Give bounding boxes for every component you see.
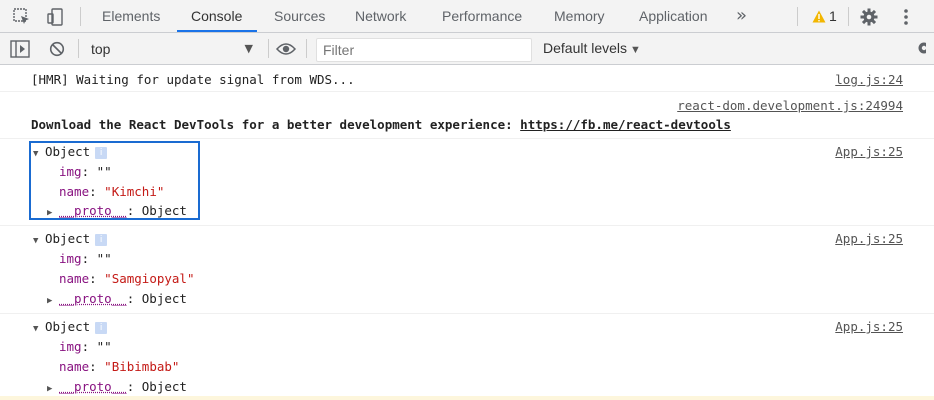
log-levels-label: Default levels [543, 40, 628, 56]
warning-icon [812, 10, 826, 22]
object-label: Object [45, 231, 91, 246]
object-property: name: "Kimchi" [59, 184, 165, 199]
object-property: img: "" [59, 164, 112, 179]
devtools-tabbar: Elements Console Sources Network Perform… [0, 0, 934, 33]
object-property: name: "Samgiopyal" [59, 271, 195, 286]
inspect-icon[interactable] [11, 6, 33, 28]
proto-key: __proto__ [59, 291, 127, 306]
source-link[interactable]: log.js:24 [835, 72, 903, 87]
object-header[interactable]: ▼ Object i [31, 144, 108, 159]
property-key: img [59, 339, 82, 354]
warnings-counter[interactable]: 1 [812, 8, 837, 24]
tab-separator [848, 7, 849, 26]
tab-elements[interactable]: Elements [102, 0, 160, 33]
object-property: img: "" [59, 339, 112, 354]
property-key: img [59, 251, 82, 266]
property-value: "" [96, 251, 112, 266]
toolbar-separator [268, 39, 269, 58]
console-message: [HMR] Waiting for update signal from WDS… [0, 66, 934, 92]
toolbar-separator [78, 39, 79, 58]
tab-console[interactable]: Console [191, 0, 242, 33]
console-settings-icon[interactable] [912, 39, 930, 61]
active-tab-indicator [177, 30, 257, 32]
console-message: App.js:25 ▼ Object i img: "" name: "Bibimb… [0, 315, 934, 400]
console-toolbar: top ▼ Default levels▼ [0, 33, 934, 65]
property-value: "Kimchi" [104, 184, 165, 199]
source-link[interactable]: react-dom.development.js:24994 [677, 98, 903, 113]
console-prompt-edge [0, 396, 934, 400]
chevron-down-icon: ▼ [630, 44, 641, 56]
collapsed-triangle-icon: ▶ [47, 384, 53, 394]
expand-triangle-icon: ▼ [33, 236, 39, 246]
tab-memory[interactable]: Memory [554, 0, 605, 33]
property-value: "" [96, 339, 112, 354]
message-text: [HMR] Waiting for update signal from WDS… [31, 72, 355, 87]
context-value: top [91, 41, 111, 57]
tab-separator [797, 7, 798, 26]
proto-value: : Object [126, 203, 187, 218]
tab-sources[interactable]: Sources [274, 0, 325, 33]
proto-value: : Object [126, 379, 187, 394]
console-message: App.js:25 ▼ Object i img: "" name: "Kimchi… [0, 140, 934, 226]
more-vert-icon[interactable] [895, 6, 917, 28]
info-icon: i [95, 233, 108, 246]
expand-triangle-icon: ▼ [33, 149, 39, 159]
source-link[interactable]: App.js:25 [835, 319, 903, 334]
devtools-link[interactable]: https://fb.me/react-devtools [520, 117, 731, 132]
source-link[interactable]: App.js:25 [835, 231, 903, 246]
proto-key: __proto__ [59, 379, 127, 394]
sidebar-toggle-icon[interactable] [9, 38, 31, 60]
property-value: "Bibimbab" [104, 359, 180, 374]
object-label: Object [45, 144, 91, 159]
property-key: name [59, 184, 90, 199]
object-label: Object [45, 319, 91, 334]
log-levels-dropdown[interactable]: Default levels ▼ [543, 40, 641, 56]
proto-row[interactable]: ▶ __proto__: Object [47, 291, 187, 306]
context-selector[interactable]: top ▼ [83, 37, 259, 61]
source-link[interactable]: App.js:25 [835, 144, 903, 159]
collapsed-triangle-icon: ▶ [47, 208, 53, 218]
more-tabs-button[interactable]: » [736, 0, 747, 33]
proto-value: : Object [126, 291, 187, 306]
info-icon: i [95, 321, 108, 334]
tab-performance[interactable]: Performance [442, 0, 522, 33]
device-toggle-icon[interactable] [45, 6, 67, 28]
warning-count: 1 [829, 8, 837, 24]
console-message: react-dom.development.js:24994 Download … [0, 93, 934, 139]
tab-application[interactable]: Application [639, 0, 708, 33]
property-value: "Samgiopyal" [104, 271, 195, 286]
proto-key: __proto__ [59, 203, 127, 218]
message-text: Download the React DevTools for a better… [31, 117, 731, 132]
info-icon: i [95, 146, 108, 159]
proto-row[interactable]: ▶ __proto__: Object [47, 379, 187, 394]
console-messages: [HMR] Waiting for update signal from WDS… [0, 66, 934, 400]
message-text-part: Download the React DevTools for a better… [31, 117, 521, 132]
settings-gear-icon[interactable] [858, 6, 880, 28]
object-property: name: "Bibimbab" [59, 359, 180, 374]
tab-separator [80, 7, 81, 26]
property-value: "" [96, 164, 112, 179]
property-key: img [59, 164, 82, 179]
chevron-down-icon: ▼ [244, 42, 253, 55]
proto-row[interactable]: ▶ __proto__: Object [47, 203, 187, 218]
object-property: img: "" [59, 251, 112, 266]
object-header[interactable]: ▼ Object i [31, 319, 108, 334]
object-header[interactable]: ▼ Object i [31, 231, 108, 246]
collapsed-triangle-icon: ▶ [47, 296, 53, 306]
property-key: name [59, 359, 90, 374]
tab-network[interactable]: Network [355, 0, 406, 33]
property-key: name [59, 271, 90, 286]
eye-icon[interactable] [275, 38, 297, 60]
clear-console-icon[interactable] [46, 38, 68, 60]
filter-input[interactable] [316, 38, 532, 62]
toolbar-separator [306, 39, 307, 58]
console-message: App.js:25 ▼ Object i img: "" name: "Samgio… [0, 227, 934, 314]
expand-triangle-icon: ▼ [33, 324, 39, 334]
